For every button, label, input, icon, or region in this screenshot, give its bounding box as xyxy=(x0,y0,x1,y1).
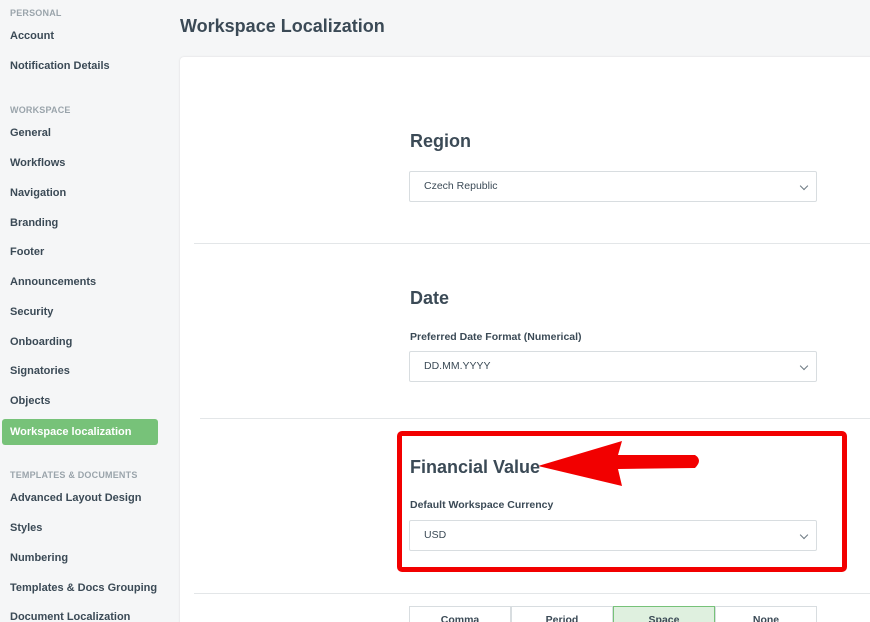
separator-option-comma[interactable]: Comma xyxy=(409,606,511,622)
sidebar-item-notification-details[interactable]: Notification Details xyxy=(2,53,158,79)
date-format-label: Preferred Date Format (Numerical) xyxy=(410,331,582,343)
divider xyxy=(194,243,870,244)
divider xyxy=(194,593,870,594)
sidebar-item-general[interactable]: General xyxy=(2,120,158,146)
annotation-arrow-icon xyxy=(538,441,699,486)
sidebar-item-numbering[interactable]: Numbering xyxy=(2,545,158,571)
sidebar-item-workspace-localization[interactable]: Workspace localization xyxy=(2,419,158,445)
sidebar-item-signatories[interactable]: Signatories xyxy=(2,358,158,384)
sidebar-item-onboarding[interactable]: Onboarding xyxy=(2,329,158,355)
sidebar-item-advanced-layout-design[interactable]: Advanced Layout Design xyxy=(2,485,158,511)
sidebar-item-footer[interactable]: Footer xyxy=(2,239,158,265)
separator-option-space[interactable]: Space xyxy=(613,606,715,622)
currency-select[interactable]: USD xyxy=(409,520,817,551)
region-select[interactable]: Czech Republic xyxy=(409,171,817,202)
region-title: Region xyxy=(410,131,471,151)
currency-select-value: USD xyxy=(424,529,447,541)
separator-option-period[interactable]: Period xyxy=(511,606,613,622)
chevron-down-icon xyxy=(799,530,809,540)
sidebar: PERSONAL Account Notification Details WO… xyxy=(0,0,165,622)
sidebar-section-workspace: WORKSPACE xyxy=(10,105,71,115)
separator-option-none[interactable]: None xyxy=(715,606,817,622)
sidebar-item-branding[interactable]: Branding xyxy=(2,210,158,236)
date-format-select[interactable]: DD.MM.YYYY xyxy=(409,351,817,382)
chevron-down-icon xyxy=(799,181,809,191)
date-title: Date xyxy=(410,288,450,308)
sidebar-section-personal: PERSONAL xyxy=(10,8,62,18)
sidebar-item-account[interactable]: Account xyxy=(2,23,158,49)
sidebar-section-templates: TEMPLATES & DOCUMENTS xyxy=(10,470,138,480)
sidebar-item-announcements[interactable]: Announcements xyxy=(2,269,158,295)
sidebar-item-navigation[interactable]: Navigation xyxy=(2,180,158,206)
sidebar-item-objects[interactable]: Objects xyxy=(2,388,158,414)
sidebar-item-security[interactable]: Security xyxy=(2,299,158,325)
currency-label: Default Workspace Currency xyxy=(410,499,554,511)
sidebar-item-templates-docs-grouping[interactable]: Templates & Docs Grouping xyxy=(2,575,158,601)
page-title: Workspace Localization xyxy=(180,16,385,36)
date-format-value: DD.MM.YYYY xyxy=(424,360,491,372)
sidebar-item-styles[interactable]: Styles xyxy=(2,515,158,541)
divider xyxy=(200,418,870,419)
financial-value-title: Financial Value xyxy=(410,457,541,477)
sidebar-item-workflows[interactable]: Workflows xyxy=(2,150,158,176)
chevron-down-icon xyxy=(799,361,809,371)
region-select-value: Czech Republic xyxy=(424,180,498,192)
sidebar-item-document-localization[interactable]: Document Localization xyxy=(2,604,158,622)
